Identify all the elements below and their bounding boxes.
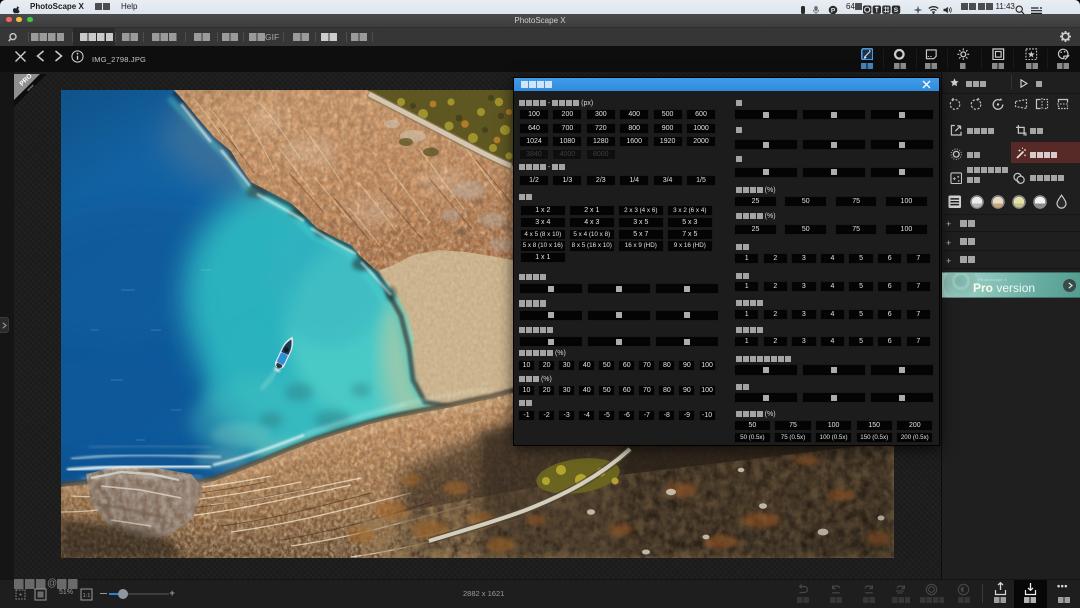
svg-text:P: P bbox=[831, 7, 836, 14]
svg-text:1:1: 1:1 bbox=[83, 593, 91, 599]
svg-text:S: S bbox=[894, 7, 899, 14]
